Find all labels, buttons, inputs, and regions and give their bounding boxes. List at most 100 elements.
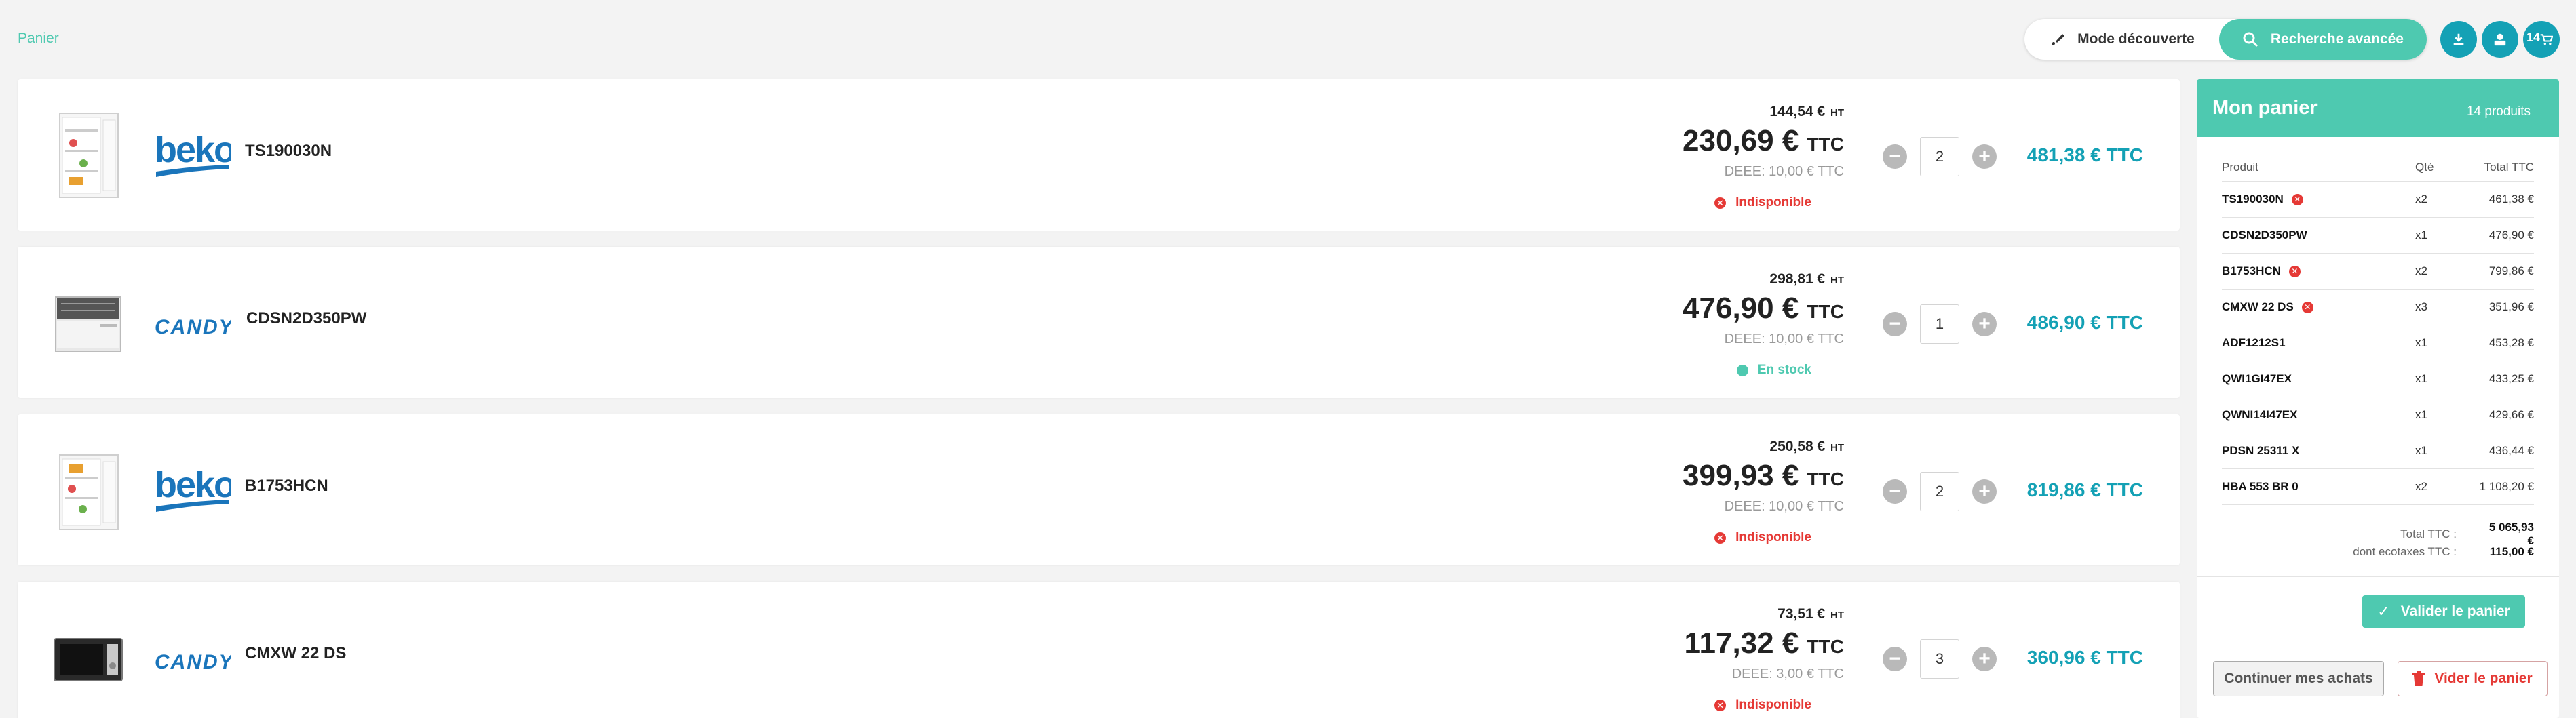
increase-quantity-button[interactable]: +: [1972, 144, 1997, 169]
candy-logo: CANDY: [155, 316, 231, 338]
svg-text:CANDY: CANDY: [155, 316, 231, 338]
quantity-stepper: − 3 +: [1883, 639, 1997, 679]
summary-qty: x2: [2415, 480, 2427, 493]
availability-label: En stock: [1757, 363, 1811, 377]
empty-cart-button[interactable]: Vider le panier: [2398, 661, 2548, 696]
col-qty-header: Qté: [2415, 160, 2434, 174]
summary-qty: x1: [2415, 336, 2427, 349]
continue-shopping-button[interactable]: Continuer mes achats: [2213, 661, 2384, 696]
check-icon: ✓: [2377, 603, 2390, 620]
validate-cart-button[interactable]: ✓ Valider le panier: [2362, 595, 2525, 628]
price-ht-unit: HT: [1830, 107, 1844, 119]
cart-actions: Continuer mes achats Vider le panier: [2213, 661, 2548, 696]
cart-summary-header: Mon panier 14 produits: [2197, 79, 2559, 137]
fridge-icon: [59, 454, 119, 530]
price-ht: 298,81 € HT: [1683, 271, 1844, 287]
summary-table: Produit Qté Total TTC TS190030N ✕ x2 461,…: [2222, 153, 2534, 505]
unavailable-icon: ✕: [1714, 197, 1727, 209]
summary-qty: x1: [2415, 372, 2427, 385]
product-model[interactable]: CMXW 22 DS: [245, 644, 346, 663]
product-model[interactable]: B1753HCN: [245, 477, 328, 496]
continue-shopping-label: Continuer mes achats: [2224, 671, 2373, 686]
quantity-input[interactable]: 3: [1920, 639, 1959, 679]
price-ht-unit: HT: [1830, 610, 1844, 621]
decrease-quantity-button[interactable]: −: [1883, 647, 1907, 671]
quantity-input[interactable]: 2: [1920, 137, 1959, 176]
availability-status: ✕ Indisponible: [1714, 698, 1811, 713]
col-product-header: Produit: [2222, 160, 2258, 174]
line-total: 481,38 € TTC: [2026, 144, 2143, 165]
summary-product-name: QWI1GI47EX: [2222, 372, 2292, 385]
line-total: 486,90 € TTC: [2026, 312, 2143, 333]
unavailable-icon: ✕: [2291, 193, 2303, 205]
quantity-input[interactable]: 1: [1920, 304, 1959, 344]
decrease-quantity-button[interactable]: −: [1883, 144, 1907, 169]
summary-product-name: QWNI14I47EX: [2222, 408, 2298, 421]
price-ht: 250,58 € HT: [1683, 439, 1844, 455]
summary-qty: x2: [2415, 193, 2427, 205]
summary-product-name: ADF1212S1: [2222, 336, 2286, 349]
summary-row: PDSN 25311 X x1 436,44 €: [2222, 433, 2534, 469]
summary-total: 433,25 €: [2488, 372, 2534, 385]
summary-total: 1 108,20 €: [2479, 480, 2534, 493]
mode-switch: Mode découverte Recherche avancée: [2024, 19, 2427, 60]
summary-product-name: CDSN2D350PW: [2222, 228, 2307, 241]
summary-product-name: PDSN 25311 X: [2222, 444, 2300, 457]
price-ttc-unit: TTC: [1807, 134, 1844, 155]
decrease-quantity-button[interactable]: −: [1883, 479, 1907, 504]
dishwasher-icon: [55, 296, 121, 352]
price-ttc-unit: TTC: [1807, 301, 1844, 322]
cart-count-badge: 14: [2526, 31, 2541, 44]
trash-icon: [2412, 671, 2425, 686]
summary-product: CDSN2D350PW: [2222, 228, 2415, 242]
summary-product-name: TS190030N: [2222, 193, 2284, 205]
summary-row: HBA 553 BR 0 x2 1 108,20 €: [2222, 469, 2534, 505]
cart-summary-title: Mon panier: [2212, 97, 2318, 119]
line-total: 819,86 € TTC: [2026, 479, 2143, 500]
increase-quantity-button[interactable]: +: [1972, 479, 1997, 504]
download-button[interactable]: [2440, 21, 2477, 58]
line-total: 360,96 € TTC: [2026, 647, 2143, 668]
summary-product-name: B1753HCN: [2222, 264, 2281, 277]
breadcrumb[interactable]: Panier: [18, 31, 59, 47]
total-ttc-label: Total TTC :: [2400, 527, 2457, 540]
ecotax-row: dont ecotaxes TTC : 115,00 €: [2353, 543, 2534, 561]
quantity-input[interactable]: 2: [1920, 472, 1959, 511]
price-ttc-value: 476,90 €: [1683, 292, 1799, 325]
cart-item: CANDY CDSN2D350PW 298,81 € HT 476,90 € T…: [18, 247, 2180, 398]
price-ht-value: 298,81 €: [1769, 271, 1826, 287]
price-ht-unit: HT: [1830, 275, 1844, 286]
summary-total: 799,86 €: [2488, 264, 2534, 277]
summary-product: QWI1GI47EX: [2222, 372, 2415, 386]
divider: [2197, 576, 2559, 577]
fridge-icon: [59, 113, 119, 198]
product-model[interactable]: CDSN2D350PW: [246, 309, 366, 328]
summary-qty: x1: [2415, 444, 2427, 457]
advanced-search-label: Recherche avancée: [2270, 31, 2404, 47]
increase-quantity-button[interactable]: +: [1972, 647, 1997, 671]
summary-table-header: Produit Qté Total TTC: [2222, 153, 2534, 182]
summary-row: TS190030N ✕ x2 461,38 €: [2222, 182, 2534, 218]
svg-text:CANDY: CANDY: [155, 651, 231, 673]
unavailable-icon: ✕: [2288, 265, 2301, 277]
user-account-button[interactable]: [2482, 21, 2518, 58]
summary-product: QWNI14I47EX: [2222, 408, 2415, 422]
search-icon: [2243, 32, 2258, 47]
ecotax-label: dont ecotaxes TTC :: [2353, 545, 2457, 558]
advanced-search-button[interactable]: Recherche avancée: [2218, 19, 2427, 60]
price-ttc-value: 399,93 €: [1683, 459, 1799, 492]
summary-total: 453,28 €: [2488, 336, 2534, 349]
deee-fee: DEEE: 10,00 € TTC: [1724, 164, 1844, 179]
price-ttc: 230,69 € TTC: [1683, 125, 1844, 161]
price-ttc-unit: TTC: [1807, 468, 1844, 490]
summary-total: 476,90 €: [2488, 228, 2534, 241]
cart-button[interactable]: 14: [2523, 21, 2560, 58]
validate-cart-label: Valider le panier: [2400, 603, 2510, 619]
discovery-mode-button[interactable]: Mode découverte: [2024, 19, 2219, 60]
decrease-quantity-button[interactable]: −: [1883, 312, 1907, 336]
increase-quantity-button[interactable]: +: [1972, 312, 1997, 336]
summary-total: 351,96 €: [2488, 300, 2534, 313]
product-model[interactable]: TS190030N: [245, 142, 332, 161]
summary-qty: x2: [2415, 264, 2427, 277]
summary-totals: Total TTC : 5 065,93 € dont ecotaxes TTC…: [2353, 521, 2534, 561]
